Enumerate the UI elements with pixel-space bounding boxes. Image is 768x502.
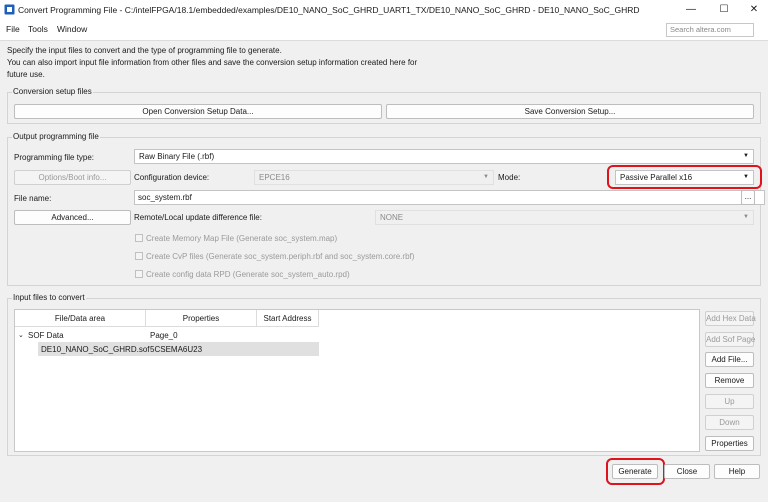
sof-file-name: DE10_NANO_SoC_GHRD.sof [41,345,150,354]
column-header-properties[interactable]: Properties [146,310,257,327]
minimize-icon[interactable]: — [684,3,698,17]
intro-line-1: Specify the input files to convert and t… [7,46,282,55]
app-icon [4,4,15,15]
rpd-label: Create config data RPD (Generate soc_sys… [146,270,350,279]
remote-update-value: NONE [380,213,404,222]
options-boot-info-button[interactable]: Options/Boot info... [14,170,131,185]
menu-window[interactable]: Window [57,24,87,34]
chevron-down-icon: ▼ [743,214,749,220]
close-button[interactable]: Close [664,464,710,479]
output-file-label: Output programming file [12,132,100,141]
input-files-label: Input files to convert [12,293,86,302]
maximize-icon[interactable]: ☐ [717,3,731,17]
intro-line-2: You can also import input file informati… [7,58,418,67]
sof-data-group[interactable]: SOF Data [28,331,64,340]
file-type-value: Raw Binary File (.rbf) [139,152,215,161]
add-file-button[interactable]: Add File... [705,352,754,367]
config-device-value: EPCE16 [259,173,290,182]
browse-button[interactable]: ... [741,190,755,205]
chevron-down-icon: ▼ [743,153,749,159]
down-button[interactable]: Down [705,415,754,430]
memory-map-label: Create Memory Map File (Generate soc_sys… [146,234,338,243]
generate-highlight [606,458,665,485]
mode-highlight [607,165,762,189]
remote-update-select[interactable]: NONE ▼ [375,210,754,225]
conversion-setup-label: Conversion setup files [12,87,93,96]
search-input[interactable]: Search altera.com [666,23,754,37]
intro-line-3: future use. [7,70,45,79]
cvp-checkbox[interactable] [135,252,143,260]
memory-map-checkbox[interactable] [135,234,143,242]
rpd-checkbox[interactable] [135,270,143,278]
expand-chevron-icon[interactable]: ⌄ [18,331,24,339]
input-files-table[interactable] [14,309,700,452]
chevron-down-icon: ▼ [483,174,489,180]
column-header-file[interactable]: File/Data area [15,310,146,327]
menu-bar [0,20,768,40]
help-button[interactable]: Help [714,464,760,479]
advanced-button[interactable]: Advanced... [14,210,131,225]
config-device-select[interactable]: EPCE16 ▼ [254,170,494,185]
save-conversion-setup-button[interactable]: Save Conversion Setup... [386,104,754,119]
menu-tools[interactable]: Tools [28,24,48,34]
cvp-label: Create CvP files (Generate soc_system.pe… [146,252,415,261]
properties-button[interactable]: Properties [705,436,754,451]
mode-label: Mode: [498,173,521,182]
menu-file[interactable]: File [6,24,20,34]
sof-file-device: 5CSEMA6U23 [150,345,203,354]
file-type-select[interactable]: Raw Binary File (.rbf) ▼ [134,149,754,164]
close-icon[interactable]: ✕ [747,3,761,17]
remote-update-label: Remote/Local update difference file: [134,213,262,222]
column-header-start-address[interactable]: Start Address [257,310,319,327]
config-device-label: Configuration device: [134,173,210,182]
file-name-input[interactable]: soc_system.rbf [134,190,765,205]
file-name-label: File name: [14,194,52,203]
file-type-label: Programming file type: [14,153,95,162]
sof-data-page: Page_0 [150,331,178,340]
add-hex-data-button[interactable]: Add Hex Data [705,311,756,326]
file-name-value: soc_system.rbf [138,193,192,202]
window-title: Convert Programming File - C:/intelFPGA/… [18,5,640,15]
open-conversion-setup-button[interactable]: Open Conversion Setup Data... [14,104,382,119]
remove-button[interactable]: Remove [705,373,754,388]
up-button[interactable]: Up [705,394,754,409]
add-sof-page-button[interactable]: Add Sof Page [705,332,755,347]
